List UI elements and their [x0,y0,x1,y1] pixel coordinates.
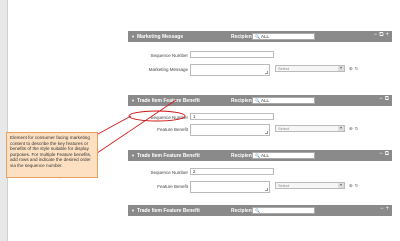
annotation-callout: Element for consumer facing marketing co… [6,132,98,178]
annotation-overlay [59,99,186,179]
connector-line-upper [97,115,132,135]
callout-text: Element for consumer facing marketing co… [10,135,92,168]
